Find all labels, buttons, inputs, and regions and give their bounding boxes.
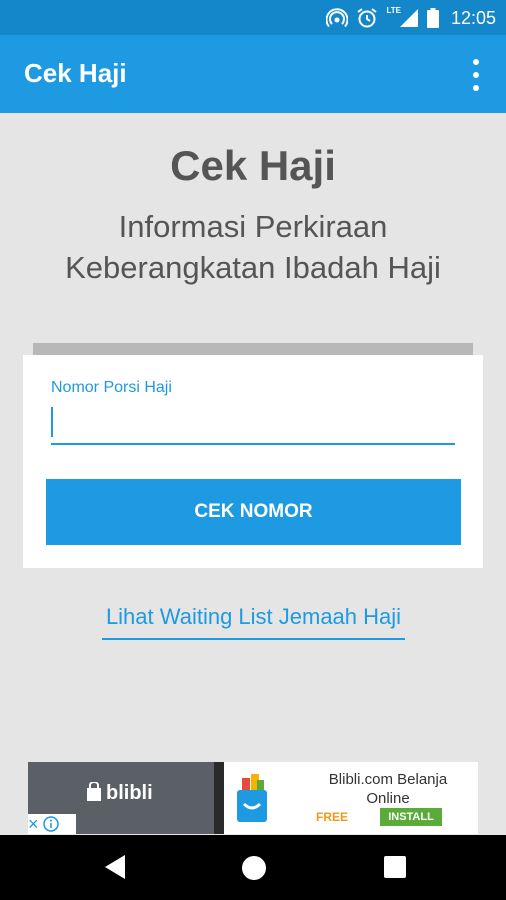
alarm-icon [357, 8, 378, 28]
app-title: Cek Haji [24, 58, 127, 88]
status-icons: LTE 12:05 [326, 6, 496, 30]
blibli-logo-icon [237, 774, 267, 822]
signal-icon [399, 9, 418, 27]
navigation-bar [0, 835, 506, 900]
overflow-menu-icon[interactable] [464, 59, 488, 91]
porsi-field-label: Nomor Porsi Haji [51, 379, 172, 396]
clock: 12:05 [450, 7, 496, 28]
ad-brand-text: blibli [106, 782, 153, 804]
home-icon[interactable] [242, 856, 266, 880]
porsi-number-input[interactable] [51, 401, 455, 445]
ad-banner[interactable]: blibli Blibli.com Belanja Online FREE IN… [28, 762, 478, 834]
shopping-bag-icon [87, 782, 101, 801]
text-cursor [51, 407, 53, 437]
status-bar: LTE 12:05 [0, 0, 506, 35]
back-icon[interactable] [103, 853, 127, 881]
ad-title: Blibli.com Belanja Online [298, 770, 478, 808]
ad-choices[interactable]: × [28, 814, 76, 834]
ad-app-logo[interactable] [224, 762, 280, 834]
waiting-list-link[interactable]: Lihat Waiting List Jemaah Haji [102, 604, 405, 640]
close-icon[interactable]: × [28, 815, 39, 833]
battery-icon [426, 8, 439, 28]
ad-title-line-2: Online [366, 790, 410, 807]
ad-title-line-1: Blibli.com Belanja [328, 771, 448, 788]
app-bar: Cek Haji [0, 35, 506, 113]
ad-price: FREE [316, 810, 349, 824]
cek-nomor-button[interactable]: CEK NOMOR [46, 479, 461, 545]
info-icon[interactable] [42, 816, 59, 832]
subtitle-line-2: Keberangkatan Ibadah Haji [65, 250, 441, 285]
form-card: Nomor Porsi Haji CEK NOMOR [23, 355, 483, 568]
recent-apps-icon[interactable] [384, 856, 406, 878]
card-top-edge [33, 343, 473, 355]
subtitle-line-1: Informasi Perkiraan [118, 209, 388, 244]
ad-divider [214, 762, 224, 834]
hotspot-icon [326, 8, 349, 28]
page-subtitle: Informasi Perkiraan Keberangkatan Ibadah… [0, 206, 506, 288]
install-button[interactable]: INSTALL [380, 808, 442, 826]
page-title: Cek Haji [170, 142, 336, 189]
